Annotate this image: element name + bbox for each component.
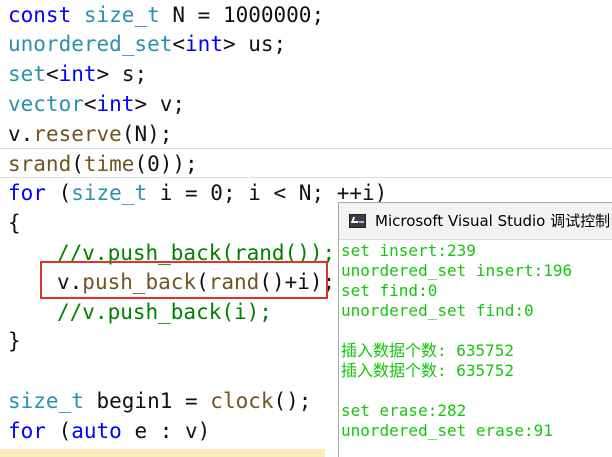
comment-token: //v.push_back(i); <box>57 300 272 324</box>
code-token: (); <box>273 389 312 413</box>
screenshot: const size_t N = 1000000; unordered_set<… <box>0 0 612 457</box>
debug-console-window[interactable]: Microsoft Visual Studio 调试控制台 set insert… <box>338 202 612 457</box>
code-token: > v; <box>134 92 186 116</box>
console-app-icon <box>349 214 366 228</box>
function-token: srand <box>8 152 72 176</box>
code-token: > us; <box>222 32 287 56</box>
code-token: < <box>172 32 186 56</box>
console-titlebar[interactable]: Microsoft Visual Studio 调试控制台 <box>339 203 612 240</box>
keyword-token: auto <box>71 419 122 443</box>
code-line-7: for (size_t i = 0; i < N; ++i) <box>8 178 387 208</box>
type-token: vector <box>8 92 84 116</box>
output-line: 插入数据个数: 635752 <box>341 341 515 360</box>
code-line-15: for (auto e : v) <box>8 416 210 446</box>
code-token: N = 1000000; <box>159 3 325 27</box>
code-token: > s; <box>96 62 148 86</box>
highlight-box <box>40 261 328 299</box>
keyword-token: int <box>96 92 135 116</box>
code-token: (N); <box>121 122 173 146</box>
console-title: Microsoft Visual Studio 调试控制台 <box>375 212 612 230</box>
code-token: ( <box>45 419 72 443</box>
output-line: unordered_set erase:91 <box>341 421 553 440</box>
code-line-1: const size_t N = 1000000; <box>8 0 324 30</box>
code-line-6: srand(time(0)); <box>8 149 198 179</box>
output-line: unordered_set insert:196 <box>341 261 573 280</box>
code-token: begin1 = <box>83 389 211 413</box>
keyword-token: int <box>58 62 97 86</box>
type-token: unordered_set <box>8 32 173 56</box>
code-token: (0)); <box>134 152 198 176</box>
output-line: set find:0 <box>341 281 438 300</box>
keyword-token: for <box>8 419 46 443</box>
code-line-12: } <box>8 326 21 356</box>
code-token: ( <box>45 181 72 205</box>
code-line-5: v.reserve(N); <box>8 119 172 149</box>
type-token: size_t <box>71 181 148 205</box>
function-token: clock <box>210 389 274 413</box>
keyword-token: int <box>185 32 223 56</box>
code-token: ( <box>71 152 84 176</box>
code-line-3: set<int> s; <box>8 59 147 89</box>
code-token: < <box>45 62 59 86</box>
keyword-token: for <box>8 181 46 205</box>
output-line: 插入数据个数: 635752 <box>341 361 515 380</box>
code-token: v. <box>8 122 34 146</box>
function-token: reserve <box>33 122 122 146</box>
keyword-token: const <box>8 3 72 27</box>
change-indicator-strip <box>0 449 325 457</box>
type-token: size_t <box>8 389 84 413</box>
code-token: e : v) <box>121 419 211 443</box>
output-line: set erase:282 <box>341 401 467 420</box>
output-line: set insert:239 <box>341 241 476 260</box>
type-token: set <box>8 62 46 86</box>
code-line-14: size_t begin1 = clock(); <box>8 386 311 416</box>
code-line-11: //v.push_back(i); <box>57 297 272 327</box>
code-token: < <box>83 92 97 116</box>
code-token: } <box>8 329 21 353</box>
code-line-2: unordered_set<int> us; <box>8 29 286 59</box>
function-token: time <box>83 152 135 176</box>
type-token: size_t <box>83 3 160 27</box>
output-line: unordered_set find:0 <box>341 301 534 320</box>
code-token: { <box>8 211 21 235</box>
code-line-8: { <box>8 208 21 238</box>
code-line-4: vector<int> v; <box>8 89 185 119</box>
